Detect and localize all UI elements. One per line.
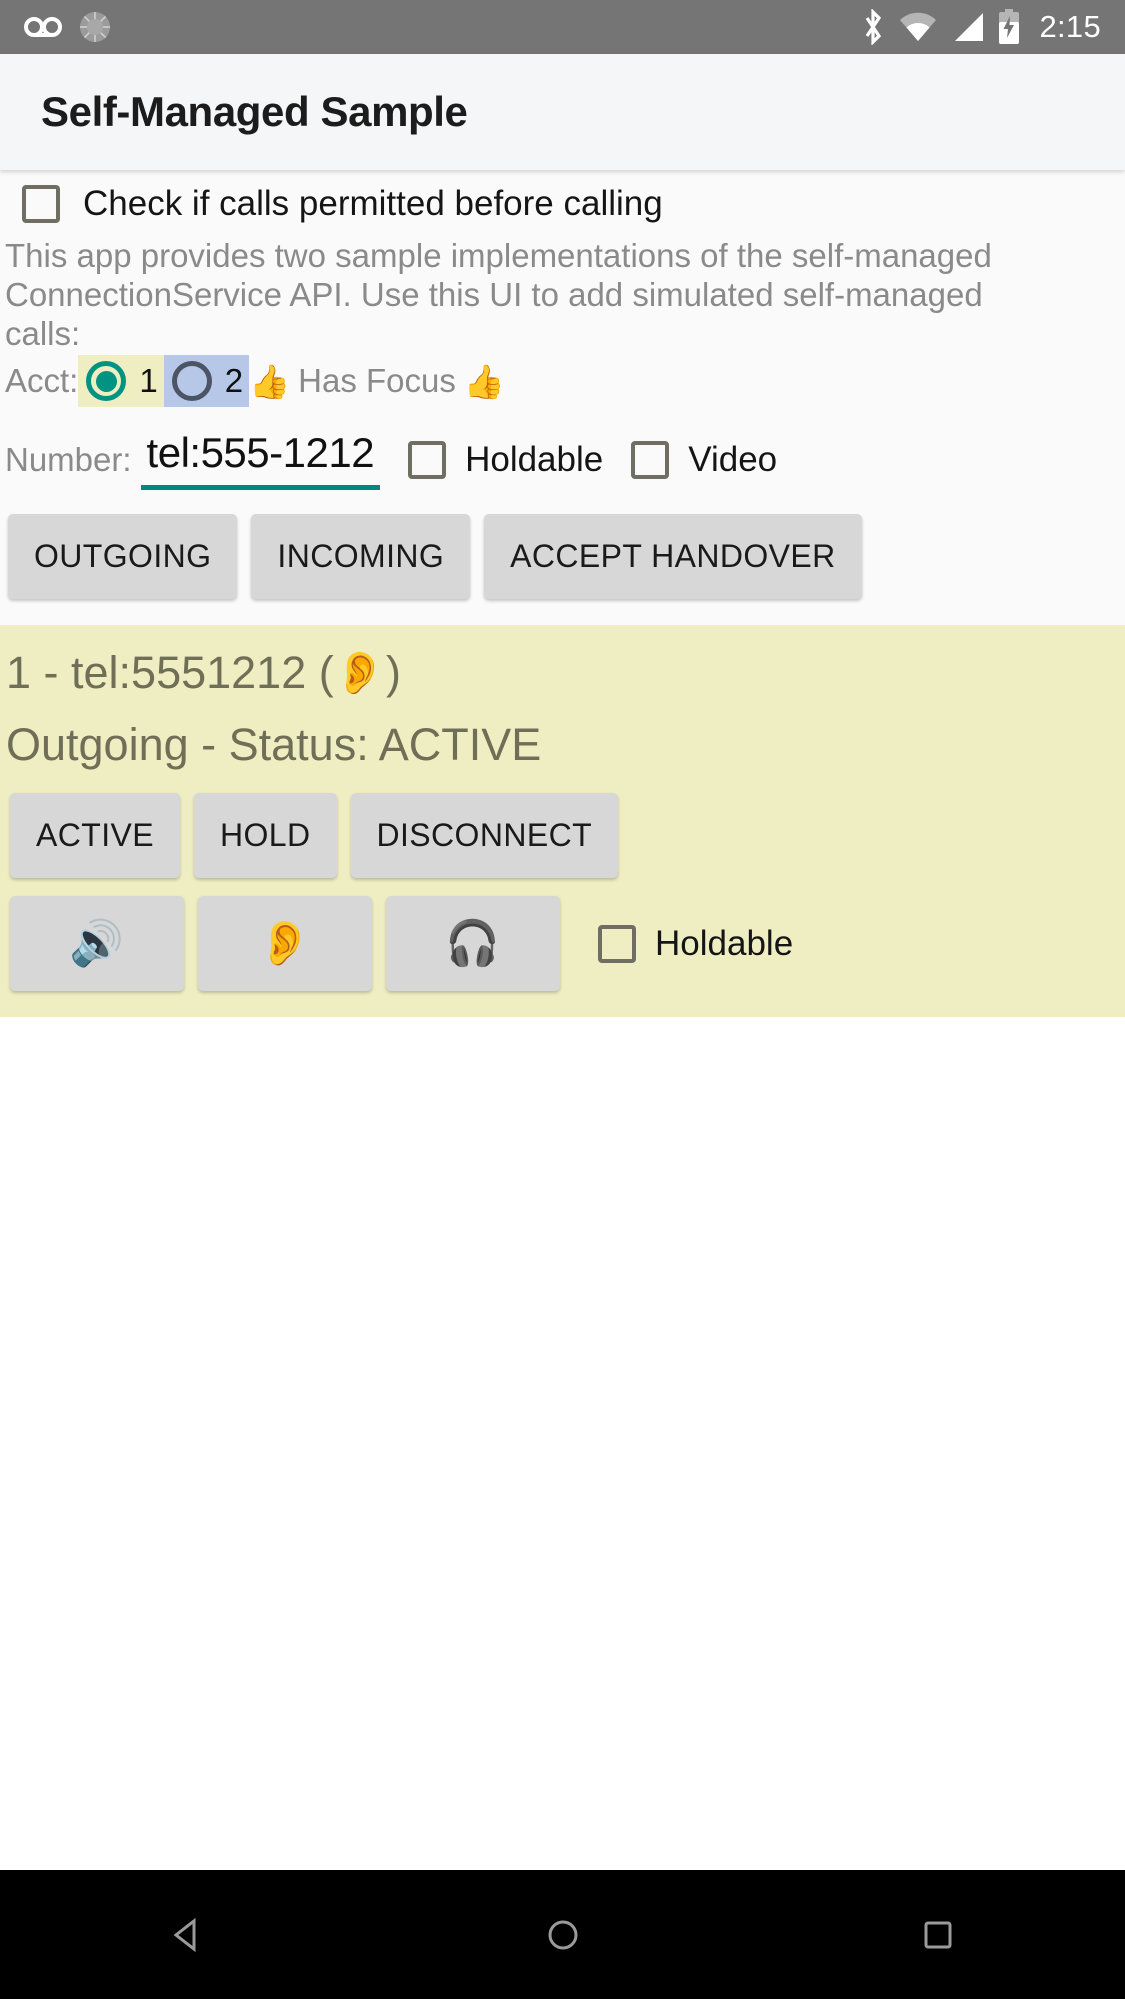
- system-navigation-bar: [0, 1870, 1125, 1999]
- recents-square-icon: [924, 1921, 951, 1948]
- battery-charging-icon: [998, 9, 1020, 45]
- call-control-row: ACTIVE HOLD DISCONNECT: [0, 781, 1125, 878]
- account-option-1[interactable]: 1: [78, 355, 164, 407]
- main-content: Check if calls permitted before calling …: [0, 170, 1125, 1017]
- number-label: Number:: [5, 440, 132, 478]
- audio-route-row: 🔊 👂 🎧 Holdable: [0, 878, 1125, 991]
- outgoing-button[interactable]: OUTGOING: [8, 514, 238, 599]
- account-row: Acct: 1 2 👍 Has Focus 👍: [0, 355, 1125, 407]
- call-active-button[interactable]: ACTIVE: [10, 793, 180, 878]
- app-bar: Self-Managed Sample: [0, 54, 1125, 170]
- status-bar-right-icons: 2:15: [861, 9, 1101, 45]
- bluetooth-icon: [861, 9, 885, 45]
- call-holdable-label: Holdable: [655, 923, 794, 963]
- accept-handover-button[interactable]: ACCEPT HANDOVER: [484, 514, 862, 599]
- call-disconnect-button[interactable]: DISCONNECT: [350, 793, 619, 878]
- headphones-icon: 🎧: [445, 917, 501, 969]
- description-text: This app provides two sample implementat…: [5, 237, 992, 352]
- call-identity-line: 1 - tel:5551212 ( 👂 ): [0, 637, 1125, 709]
- home-circle-icon: [548, 1920, 577, 1949]
- back-triangle-icon: [173, 1917, 195, 1952]
- radio-selected-icon: [86, 361, 127, 401]
- call-holdable-checkbox[interactable]: [598, 924, 636, 963]
- voicemail-icon: [24, 13, 62, 41]
- status-bar-left-icons: [24, 10, 861, 44]
- number-holdable-label: Holdable: [465, 439, 604, 479]
- status-bar-clock: 2:15: [1039, 9, 1101, 44]
- number-video-checkbox[interactable]: [631, 440, 670, 479]
- call-identity-suffix: ): [386, 647, 402, 698]
- home-button[interactable]: [463, 1870, 663, 1999]
- cell-signal-icon: [951, 11, 985, 43]
- action-button-row: OUTGOING INCOMING ACCEPT HANDOVER: [0, 490, 1125, 625]
- back-button[interactable]: [88, 1870, 288, 1999]
- number-input[interactable]: tel:555-1212: [140, 429, 381, 490]
- audio-earpiece-button[interactable]: 👂: [198, 896, 372, 991]
- speaker-icon: 🔊: [69, 917, 125, 969]
- check-permitted-checkbox[interactable]: [22, 185, 60, 223]
- account-option-2[interactable]: 2: [163, 355, 250, 407]
- number-video-label: Video: [688, 439, 778, 479]
- account-option-1-label: 1: [139, 362, 158, 399]
- ear-icon-button: 👂: [257, 917, 313, 969]
- wifi-icon: [898, 11, 938, 43]
- call-identity-text: 1 - tel:5551212 (: [6, 647, 334, 698]
- account-option-2-label: 2: [224, 362, 244, 399]
- account-label: Acct:: [5, 362, 79, 399]
- page-title: Self-Managed Sample: [41, 88, 468, 135]
- audio-speaker-button[interactable]: 🔊: [10, 896, 184, 991]
- number-holdable-row[interactable]: Holdable: [408, 440, 603, 480]
- has-focus-label: Has Focus: [298, 362, 456, 399]
- incoming-button[interactable]: INCOMING: [251, 514, 471, 599]
- call-card: 1 - tel:5551212 ( 👂 ) Outgoing - Status:…: [0, 625, 1125, 1017]
- call-holdable-row[interactable]: Holdable: [598, 924, 793, 964]
- audio-headset-button[interactable]: 🎧: [386, 896, 560, 991]
- recents-button[interactable]: [838, 1870, 1038, 1999]
- check-permitted-label: Check if calls permitted before calling: [83, 184, 663, 223]
- thumbs-up-icon-left: 👍: [249, 361, 291, 401]
- ear-icon: 👂: [333, 648, 387, 697]
- check-permitted-row[interactable]: Check if calls permitted before calling: [0, 170, 1125, 234]
- number-input-value: tel:555-1212: [146, 429, 375, 476]
- sync-icon: [78, 10, 112, 44]
- call-hold-button[interactable]: HOLD: [193, 793, 337, 878]
- status-bar: 2:15: [0, 0, 1125, 54]
- thumbs-up-icon-right: 👍: [463, 361, 505, 401]
- number-holdable-checkbox[interactable]: [408, 440, 447, 479]
- radio-unselected-icon: [171, 361, 212, 401]
- call-status-line: Outgoing - Status: ACTIVE: [6, 719, 542, 770]
- number-row: Number: tel:555-1212 Holdable Video: [0, 429, 1125, 490]
- number-video-row[interactable]: Video: [631, 440, 777, 480]
